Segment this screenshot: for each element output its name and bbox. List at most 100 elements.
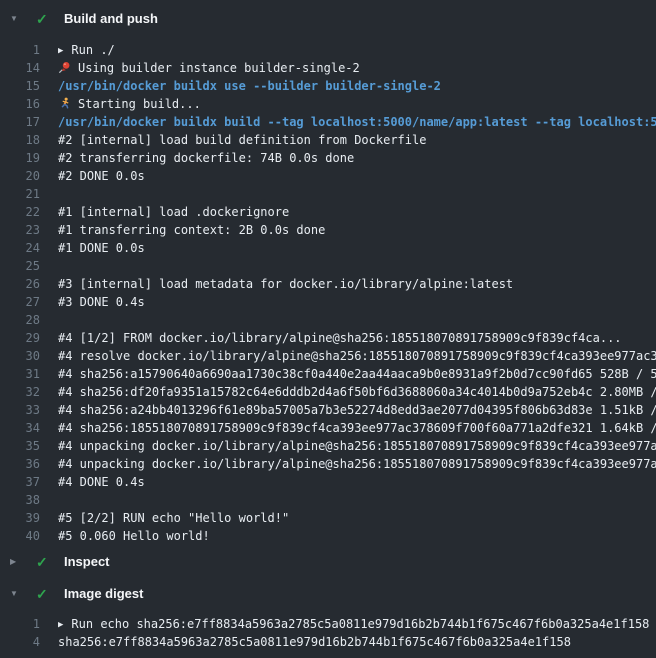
line-number[interactable]: 34 [0,419,40,437]
log-line[interactable]: 4sha256:e7ff8834a5963a2785c5a0811e979d16… [0,633,656,651]
log-line[interactable]: 18 #2 [internal] load build definition fr… [0,131,656,149]
log-line[interactable]: 32 #4 sha256:df20fa9351a15782c64e6dddb2d4… [0,383,656,401]
line-number[interactable]: 39 [0,509,40,527]
line-number[interactable]: 15 [0,77,40,95]
log-text: Run echo sha256:e7ff8834a5963a2785c5a081… [71,617,649,631]
chevron-down-icon[interactable]: ▼ [10,10,24,28]
line-number[interactable]: 24 [0,239,40,257]
log-text: #2 DONE 0.0s [58,169,145,183]
log-line[interactable]: 29 #4 [1/2] FROM docker.io/library/alpine… [0,329,656,347]
log-line[interactable]: 1 ▶Run echo sha256:e7ff8834a5963a2785c5a0… [0,615,656,633]
line-number[interactable]: 14 [0,59,40,77]
line-number[interactable]: 33 [0,401,40,419]
log-line[interactable]: 37 #4 DONE 0.4s [0,473,656,491]
log-line[interactable]: 22 #1 [internal] load .dockerignore [0,203,656,221]
log-lines-image-digest: 1 ▶Run echo sha256:e7ff8834a5963a2785c5a0… [0,603,656,658]
log-line[interactable]: 16Starting build... [0,95,656,113]
log-line[interactable]: 21 [0,185,656,203]
log-line[interactable]: 38 [0,491,656,509]
log-section-build-and-push: ▼✓Build and push 1 ▶Run ./ 14 Using builder … [0,10,656,550]
line-number[interactable]: 36 [0,455,40,473]
log-line-content: /usr/bin/docker buildx build --tag local… [58,113,656,131]
log-text: #1 transferring context: 2B 0.0s done [58,223,325,237]
log-line[interactable]: 25 [0,257,656,275]
line-number[interactable]: 20 [0,167,40,185]
line-number[interactable]: 19 [0,149,40,167]
log-text: #4 [1/2] FROM docker.io/library/alpine@s… [58,331,622,345]
log-line[interactable]: 30 #4 resolve docker.io/library/alpine@sh… [0,347,656,365]
line-number[interactable]: 29 [0,329,40,347]
section-header-image-digest[interactable]: ▼✓Image digest [0,585,656,603]
line-number[interactable]: 1 [0,41,40,59]
log-text: #4 unpacking docker.io/library/alpine@sh… [58,439,656,453]
log-line-content: #3 DONE 0.4s [58,293,145,311]
section-header-inspect[interactable]: ▶✓Inspect [0,553,656,571]
log-line[interactable]: 14 Using builder instance builder-single-… [0,59,656,77]
log-text: #4 unpacking docker.io/library/alpine@sh… [58,457,656,471]
line-number[interactable]: 4 [0,633,40,651]
log-line[interactable]: 31 #4 sha256:a15790640a6690aa1730c38cf0a4… [0,365,656,383]
log-line[interactable]: 15/usr/bin/docker buildx use --builder b… [0,77,656,95]
log-text: Run ./ [71,43,114,57]
line-number[interactable]: 22 [0,203,40,221]
workflow-log-viewer: ▼✓Build and push1▶Run ./14Using builder … [0,0,656,658]
log-section-inspect: ▶✓Inspect [0,553,656,571]
log-text: #2 transferring dockerfile: 74B 0.0s don… [58,151,354,165]
log-line-content: #4 sha256:df20fa9351a15782c64e6dddb2d4a6… [58,383,656,401]
pushpin-icon [58,61,71,74]
log-line[interactable]: 26#3 [internal] load metadata for docker… [0,275,656,293]
log-line-content: #4 resolve docker.io/library/alpine@sha2… [58,347,656,365]
section-header-build-and-push[interactable]: ▼✓Build and push [0,10,656,28]
log-line[interactable]: 19 #2 transferring dockerfile: 74B 0.0s d… [0,149,656,167]
log-line-content: ▶Run echo sha256:e7ff8834a5963a2785c5a08… [58,615,649,633]
line-number[interactable]: 35 [0,437,40,455]
log-line-content: #4 unpacking docker.io/library/alpine@sh… [58,437,656,455]
log-line[interactable]: 39 #5 [2/2] RUN echo "Hello world!" [0,509,656,527]
log-line[interactable]: 23 #1 transferring context: 2B 0.0s done [0,221,656,239]
log-line[interactable]: 24#1 DONE 0.0s [0,239,656,257]
log-line-content: #4 DONE 0.4s [58,473,145,491]
success-check-icon: ✓ [36,553,52,571]
line-number[interactable]: 32 [0,383,40,401]
line-number[interactable]: 40 [0,527,40,545]
log-line[interactable]: 34#4 sha256:185518070891758909c9f839cf4c… [0,419,656,437]
log-line[interactable]: 28 [0,311,656,329]
line-number[interactable]: 26 [0,275,40,293]
section-title: Image digest [64,585,143,603]
log-line-content: #2 [internal] load build definition from… [58,131,426,149]
log-line[interactable]: 17/usr/bin/docker buildx build --tag loc… [0,113,656,131]
log-text: Using builder instance builder-single-2 [78,61,360,75]
log-line[interactable]: 20 #2 DONE 0.0s [0,167,656,185]
log-lines-build-and-push: 1 ▶Run ./ 14 Using builder instance builder… [0,28,656,550]
log-line-content: #4 sha256:a15790640a6690aa1730c38cf0a440… [58,365,656,383]
log-line[interactable]: 36 #4 unpacking docker.io/library/alpine@… [0,455,656,473]
line-number[interactable]: 21 [0,185,40,203]
line-number[interactable]: 23 [0,221,40,239]
line-number[interactable]: 28 [0,311,40,329]
log-line[interactable]: 40#5 0.060 Hello world! [0,527,656,545]
log-line[interactable]: 27 #3 DONE 0.4s [0,293,656,311]
line-number[interactable]: 18 [0,131,40,149]
line-number[interactable]: 38 [0,491,40,509]
line-number[interactable]: 16 [0,95,40,113]
line-number[interactable]: 27 [0,293,40,311]
line-number[interactable]: 37 [0,473,40,491]
log-text: #5 [2/2] RUN echo "Hello world!" [58,511,289,525]
log-text: #4 resolve docker.io/library/alpine@sha2… [58,349,656,363]
log-line-content: /usr/bin/docker buildx use --builder bui… [58,77,441,95]
log-text: #4 sha256:df20fa9351a15782c64e6dddb2d4a6… [58,385,656,399]
log-line-content: #4 [1/2] FROM docker.io/library/alpine@s… [58,329,622,347]
log-line[interactable]: 33#4 sha256:a24bb4013296f61e89ba57005a7b… [0,401,656,419]
log-text: #1 [internal] load .dockerignore [58,205,289,219]
log-line[interactable]: 35 #4 unpacking docker.io/library/alpine@… [0,437,656,455]
line-number[interactable]: 25 [0,257,40,275]
log-text: #3 DONE 0.4s [58,295,145,309]
log-line-content: ▶Run ./ [58,41,115,59]
log-line[interactable]: 1 ▶Run ./ [0,41,656,59]
line-number[interactable]: 30 [0,347,40,365]
line-number[interactable]: 17 [0,113,40,131]
line-number[interactable]: 1 [0,615,40,633]
line-number[interactable]: 31 [0,365,40,383]
chevron-right-icon[interactable]: ▶ [10,553,24,571]
chevron-down-icon[interactable]: ▼ [10,585,24,603]
